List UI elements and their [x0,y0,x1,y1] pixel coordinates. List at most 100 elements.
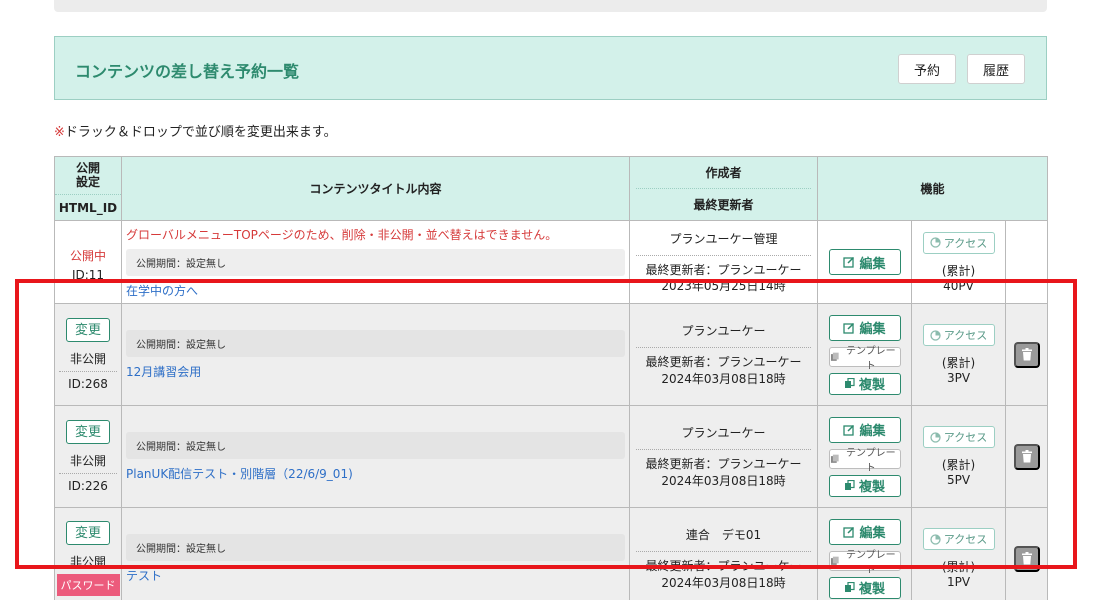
author-name: プランユーケー [636,424,811,451]
edit-icon [843,256,855,268]
edit-button[interactable]: 編集 [828,416,901,443]
delete-button[interactable] [1013,545,1040,572]
pv-label: (累計) [941,458,976,472]
access-chart-icon [930,533,941,545]
content-table: 公開 設定 HTML_ID コンテンツタイトル内容 作成者 最終更新者 機能 公開… [54,156,1048,600]
schedule-list-header: コンテンツの差し替え予約一覧 予約 履歴 [54,36,1047,100]
template-button[interactable]: テンプレート [828,346,901,372]
title-cell: 公開期間：設定無し PlanUK配信テスト・別階層（22/6/9_01) [121,405,630,508]
header-html-id: HTML_ID [58,200,118,215]
table-row[interactable]: 変更 非公開 パスワード 公開期間：設定無し テスト 連合 デモ01 最終更新者… [54,507,1048,600]
table-row[interactable]: 変更 非公開 ID:268 公開期間：設定無し 12月講習会用 プランユーケー … [54,303,1048,406]
copy-icon [844,480,855,490]
content-title-link[interactable]: 在学中の方へ [126,282,625,299]
edit-icon [843,526,855,538]
pv-count: 40PV [943,278,974,293]
publish-period: 公開期間：設定無し [126,431,625,459]
author-cell: プランユーケー 最終更新者：プランユーケー 2024年03月08日18時 [629,303,818,406]
access-button[interactable]: アクセス [922,324,995,346]
copy-button[interactable]: 複製 [828,576,901,599]
content-title-link[interactable]: テスト [126,567,625,584]
html-id: ID:226 [68,479,108,493]
publish-period: 公開期間：設定無し [126,533,625,561]
password-badge: パスワード [56,574,120,596]
function-cell: 編集 テンプレート 複製 [817,405,1048,508]
access-chart-icon [930,237,941,248]
template-button[interactable]: テンプレート [828,448,901,474]
content-title-link[interactable]: PlanUK配信テスト・別階層（22/6/9_01) [126,465,625,482]
publish-cell: 変更 非公開 ID:268 [54,303,122,406]
updated-at: 2023年05月25日14時 [661,279,786,293]
table-row[interactable]: 変更 非公開 ID:226 公開期間：設定無し PlanUK配信テスト・別階層（… [54,405,1048,508]
publish-period: 公開期間：設定無し [126,248,625,276]
notice-mark: ※ [54,125,65,140]
status-badge: 非公開 [59,448,117,474]
publish-cell: 公開中 ID:11 [54,220,122,304]
pv-label: (累計) [941,356,976,370]
edit-button[interactable]: 編集 [828,518,901,545]
status-badge: 非公開 [69,555,106,569]
publish-cell: 変更 非公開 パスワード [54,507,122,600]
title-cell: グローバルメニューTOPページのため、削除・非公開・並べ替えはできません。 公開… [121,220,630,304]
change-button[interactable]: 変更 [66,521,110,545]
updated-at: 2024年03月08日18時 [661,371,786,386]
trash-icon [1021,450,1032,463]
html-id: ID:11 [71,267,105,282]
pv-count: 5PV [946,473,971,487]
edit-icon [843,424,855,436]
status-badge: 公開中 [69,248,106,263]
author-cell: 連合 デモ01 最終更新者：プランユーケー 2024年03月08日18時 [629,507,818,600]
publish-cell: 変更 非公開 ID:226 [54,405,122,508]
copy-icon [844,378,855,388]
author-cell: プランユーケー 最終更新者：プランユーケー 2024年03月08日18時 [629,405,818,508]
pv-label: (累計) [941,263,976,278]
change-button[interactable]: 変更 [66,318,110,342]
updater-name: 最終更新者：プランユーケー [645,262,802,277]
reserve-button[interactable]: 予約 [898,54,956,84]
table-row[interactable]: 公開中 ID:11 グローバルメニューTOPページのため、削除・非公開・並べ替え… [54,220,1048,304]
copy-button[interactable]: 複製 [828,474,901,497]
access-button[interactable]: アクセス [922,231,995,254]
access-chart-icon [930,329,941,341]
change-button[interactable]: 変更 [66,420,110,444]
function-cell: 編集 テンプレート 複製 [817,303,1048,406]
author-name: 連合 デモ01 [636,526,811,553]
publish-period: 公開期間：設定無し [126,329,625,357]
access-button[interactable]: アクセス [922,528,995,550]
trash-icon [1021,348,1032,361]
drag-drop-notice: ※ドラック＆ドロップで並び順を変更出来ます。 [54,121,337,140]
author-name: プランユーケー管理 [636,230,811,256]
template-button[interactable]: テンプレート [828,550,901,576]
header-publish-setting: 公開 設定 HTML_ID [54,156,122,221]
warning-text: グローバルメニューTOPページのため、削除・非公開・並べ替えはできません。 [126,227,558,242]
updater-name: 最終更新者：プランユーケー [645,559,802,574]
title-cell: 公開期間：設定無し 12月講習会用 [121,303,630,406]
edit-button[interactable]: 編集 [828,249,901,275]
delete-button[interactable] [1013,341,1040,368]
template-icon [830,352,839,361]
pv-label: (累計) [941,560,976,574]
edit-button[interactable]: 編集 [828,314,901,341]
updater-name: 最終更新者：プランユーケー [645,457,802,472]
template-icon [830,556,839,565]
access-button[interactable]: アクセス [922,426,995,448]
content-title-link[interactable]: 12月講習会用 [126,363,625,380]
pv-count: 1PV [946,575,971,589]
html-id: ID:268 [68,377,108,391]
page-title: コンテンツの差し替え予約一覧 [75,62,300,81]
trash-icon [1021,552,1032,565]
header-function: 機能 [817,156,1048,221]
updated-at: 2024年03月08日18時 [661,473,786,488]
header-author: 作成者 最終更新者 [629,156,818,221]
copy-button[interactable]: 複製 [828,372,901,395]
access-chart-icon [930,431,941,443]
updated-at: 2024年03月08日18時 [661,575,786,590]
function-cell: 編集 テンプレート 複製 [817,507,1048,600]
delete-button[interactable] [1013,443,1040,470]
top-panel-strip [54,0,1047,12]
history-button[interactable]: 履歴 [967,54,1025,84]
pv-count: 3PV [946,371,971,385]
edit-icon [843,322,855,334]
template-icon [830,454,839,463]
notice-text: ドラック＆ドロップで並び順を変更出来ます。 [64,125,337,140]
